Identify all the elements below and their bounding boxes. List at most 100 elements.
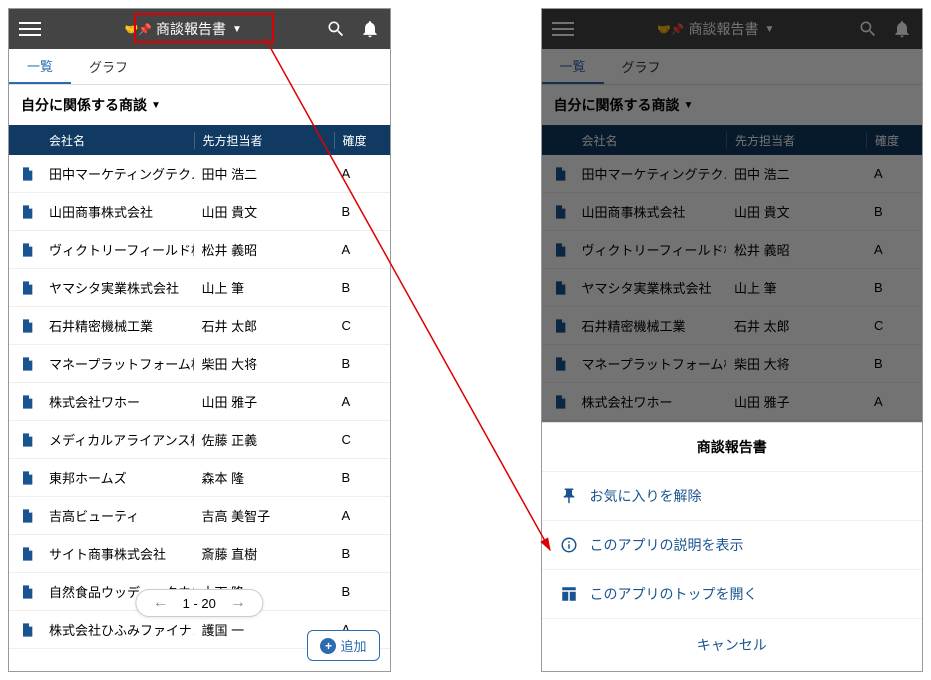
cell-company: 石井精密機械工業: [578, 316, 727, 335]
cell-company: 東邦ホームズ: [45, 468, 194, 487]
table-row[interactable]: 東邦ホームズ森本 隆B: [9, 459, 390, 497]
tab-graph[interactable]: グラフ: [604, 49, 679, 84]
cell-rank: B: [334, 546, 390, 561]
table-body-right: 田中マーケティングテクノ田中 浩二A山田商事株式会社山田 貴文Bヴィクトリーフィ…: [542, 155, 923, 421]
table-row[interactable]: 株式会社ワホー山田 雅子A: [9, 383, 390, 421]
document-icon: [9, 393, 45, 411]
add-button[interactable]: + 追加: [307, 630, 379, 661]
cell-contact: 吉高 美智子: [194, 506, 334, 525]
cell-company: 田中マーケティングテクノ: [45, 164, 194, 183]
pin-icon: [560, 487, 578, 505]
table-row[interactable]: メディカルアライアンス株佐藤 正義C: [9, 421, 390, 459]
search-icon[interactable]: [326, 19, 346, 39]
cell-company: マネープラットフォーム株: [578, 354, 727, 373]
chevron-down-icon: ▼: [232, 24, 242, 35]
cell-company: 株式会社ひふみファイナン: [45, 620, 194, 639]
pager-range: 1 - 20: [183, 596, 216, 611]
table-row[interactable]: 田中マーケティングテクノ田中 浩二A: [9, 155, 390, 193]
phone-right: 🤝📌 商談報告書 ▼ 一覧 グラフ 自分に関係する商談 ▼ 会社名 先方担当者 …: [541, 8, 924, 672]
chevron-down-icon: ▼: [684, 100, 694, 111]
layout-icon: [560, 585, 578, 603]
app-title-dropdown[interactable]: 🤝📌 商談報告書 ▼: [574, 19, 859, 39]
table-row[interactable]: 吉高ビューティ吉高 美智子A: [9, 497, 390, 535]
cell-contact: 石井 太郎: [194, 316, 334, 335]
document-icon: [9, 317, 45, 335]
document-icon: [9, 583, 45, 601]
document-icon: [9, 355, 45, 373]
cell-rank: B: [866, 204, 922, 219]
col-company[interactable]: 会社名: [45, 132, 194, 149]
plus-icon: +: [320, 638, 336, 654]
app-title-dropdown[interactable]: 🤝📌 商談報告書 ▼: [41, 19, 326, 39]
cell-rank: A: [334, 394, 390, 409]
cell-company: 吉高ビューティ: [45, 506, 194, 525]
cell-company: メディカルアライアンス株: [45, 430, 194, 449]
col-rank[interactable]: 確度: [334, 132, 390, 149]
document-icon: [542, 393, 578, 411]
sheet-description[interactable]: このアプリの説明を表示: [542, 521, 923, 570]
bell-icon[interactable]: [892, 19, 912, 39]
table-row[interactable]: 株式会社ワホー山田 雅子A: [542, 383, 923, 421]
cell-rank: A: [334, 166, 390, 181]
table-row[interactable]: ヴィクトリーフィールド株松井 義昭A: [542, 231, 923, 269]
cell-contact: 山田 雅子: [726, 392, 866, 411]
table-row[interactable]: 山田商事株式会社山田 貴文B: [542, 193, 923, 231]
table-row[interactable]: ヴィクトリーフィールド株松井 義昭A: [9, 231, 390, 269]
cell-contact: 山田 雅子: [194, 392, 334, 411]
cell-contact: 斎藤 直樹: [194, 544, 334, 563]
cell-rank: B: [334, 204, 390, 219]
menu-icon[interactable]: [19, 18, 41, 40]
table-row[interactable]: サイト商事株式会社斎藤 直樹B: [9, 535, 390, 573]
search-icon[interactable]: [858, 19, 878, 39]
prev-page[interactable]: ←: [153, 594, 169, 612]
table-row[interactable]: 山田商事株式会社山田 貴文B: [9, 193, 390, 231]
table-row[interactable]: 田中マーケティングテクノ田中 浩二A: [542, 155, 923, 193]
cell-rank: C: [866, 318, 922, 333]
table-row[interactable]: 石井精密機械工業石井 太郎C: [9, 307, 390, 345]
col-company[interactable]: 会社名: [578, 132, 727, 149]
cell-company: 田中マーケティングテクノ: [578, 164, 727, 183]
cell-contact: 柴田 大将: [726, 354, 866, 373]
cell-rank: A: [334, 508, 390, 523]
cell-rank: A: [866, 166, 922, 181]
table-row[interactable]: マネープラットフォーム株柴田 大将B: [542, 345, 923, 383]
tab-graph[interactable]: グラフ: [71, 49, 146, 84]
table-row[interactable]: ヤマシタ実業株式会社山上 筆B: [9, 269, 390, 307]
table-body-left: 田中マーケティングテクノ田中 浩二A山田商事株式会社山田 貴文Bヴィクトリーフィ…: [9, 155, 390, 649]
chevron-down-icon: ▼: [151, 100, 161, 111]
cell-company: 山田商事株式会社: [578, 202, 727, 221]
cell-company: ヤマシタ実業株式会社: [578, 278, 727, 297]
document-icon: [9, 241, 45, 259]
document-icon: [542, 203, 578, 221]
table-header: 会社名 先方担当者 確度: [542, 125, 923, 155]
filter-dropdown[interactable]: 自分に関係する商談 ▼: [9, 85, 390, 125]
col-contact[interactable]: 先方担当者: [194, 132, 334, 149]
chevron-down-icon: ▼: [765, 24, 775, 35]
cell-rank: A: [334, 242, 390, 257]
cell-rank: B: [334, 280, 390, 295]
filter-label: 自分に関係する商談: [554, 95, 680, 115]
next-page[interactable]: →: [230, 594, 246, 612]
col-rank[interactable]: 確度: [866, 132, 922, 149]
sheet-unfavorite[interactable]: お気に入りを解除: [542, 472, 923, 521]
document-icon: [9, 431, 45, 449]
cell-rank: C: [334, 318, 390, 333]
sheet-cancel[interactable]: キャンセル: [542, 619, 923, 671]
cell-company: 株式会社ワホー: [578, 392, 727, 411]
sheet-item-label: お気に入りを解除: [590, 486, 702, 506]
menu-icon[interactable]: [552, 18, 574, 40]
header: 🤝📌 商談報告書 ▼: [9, 9, 390, 49]
document-icon: [9, 621, 45, 639]
bell-icon[interactable]: [360, 19, 380, 39]
cell-contact: 山田 貴文: [726, 202, 866, 221]
tab-list[interactable]: 一覧: [542, 49, 604, 84]
table-row[interactable]: マネープラットフォーム株柴田 大将B: [9, 345, 390, 383]
sheet-open-top[interactable]: このアプリのトップを開く: [542, 570, 923, 619]
col-contact[interactable]: 先方担当者: [726, 132, 866, 149]
table-row[interactable]: 石井精密機械工業石井 太郎C: [542, 307, 923, 345]
cell-contact: 森本 隆: [194, 468, 334, 487]
table-row[interactable]: ヤマシタ実業株式会社山上 筆B: [542, 269, 923, 307]
document-icon: [542, 279, 578, 297]
tab-list[interactable]: 一覧: [9, 49, 71, 84]
filter-dropdown[interactable]: 自分に関係する商談 ▼: [542, 85, 923, 125]
